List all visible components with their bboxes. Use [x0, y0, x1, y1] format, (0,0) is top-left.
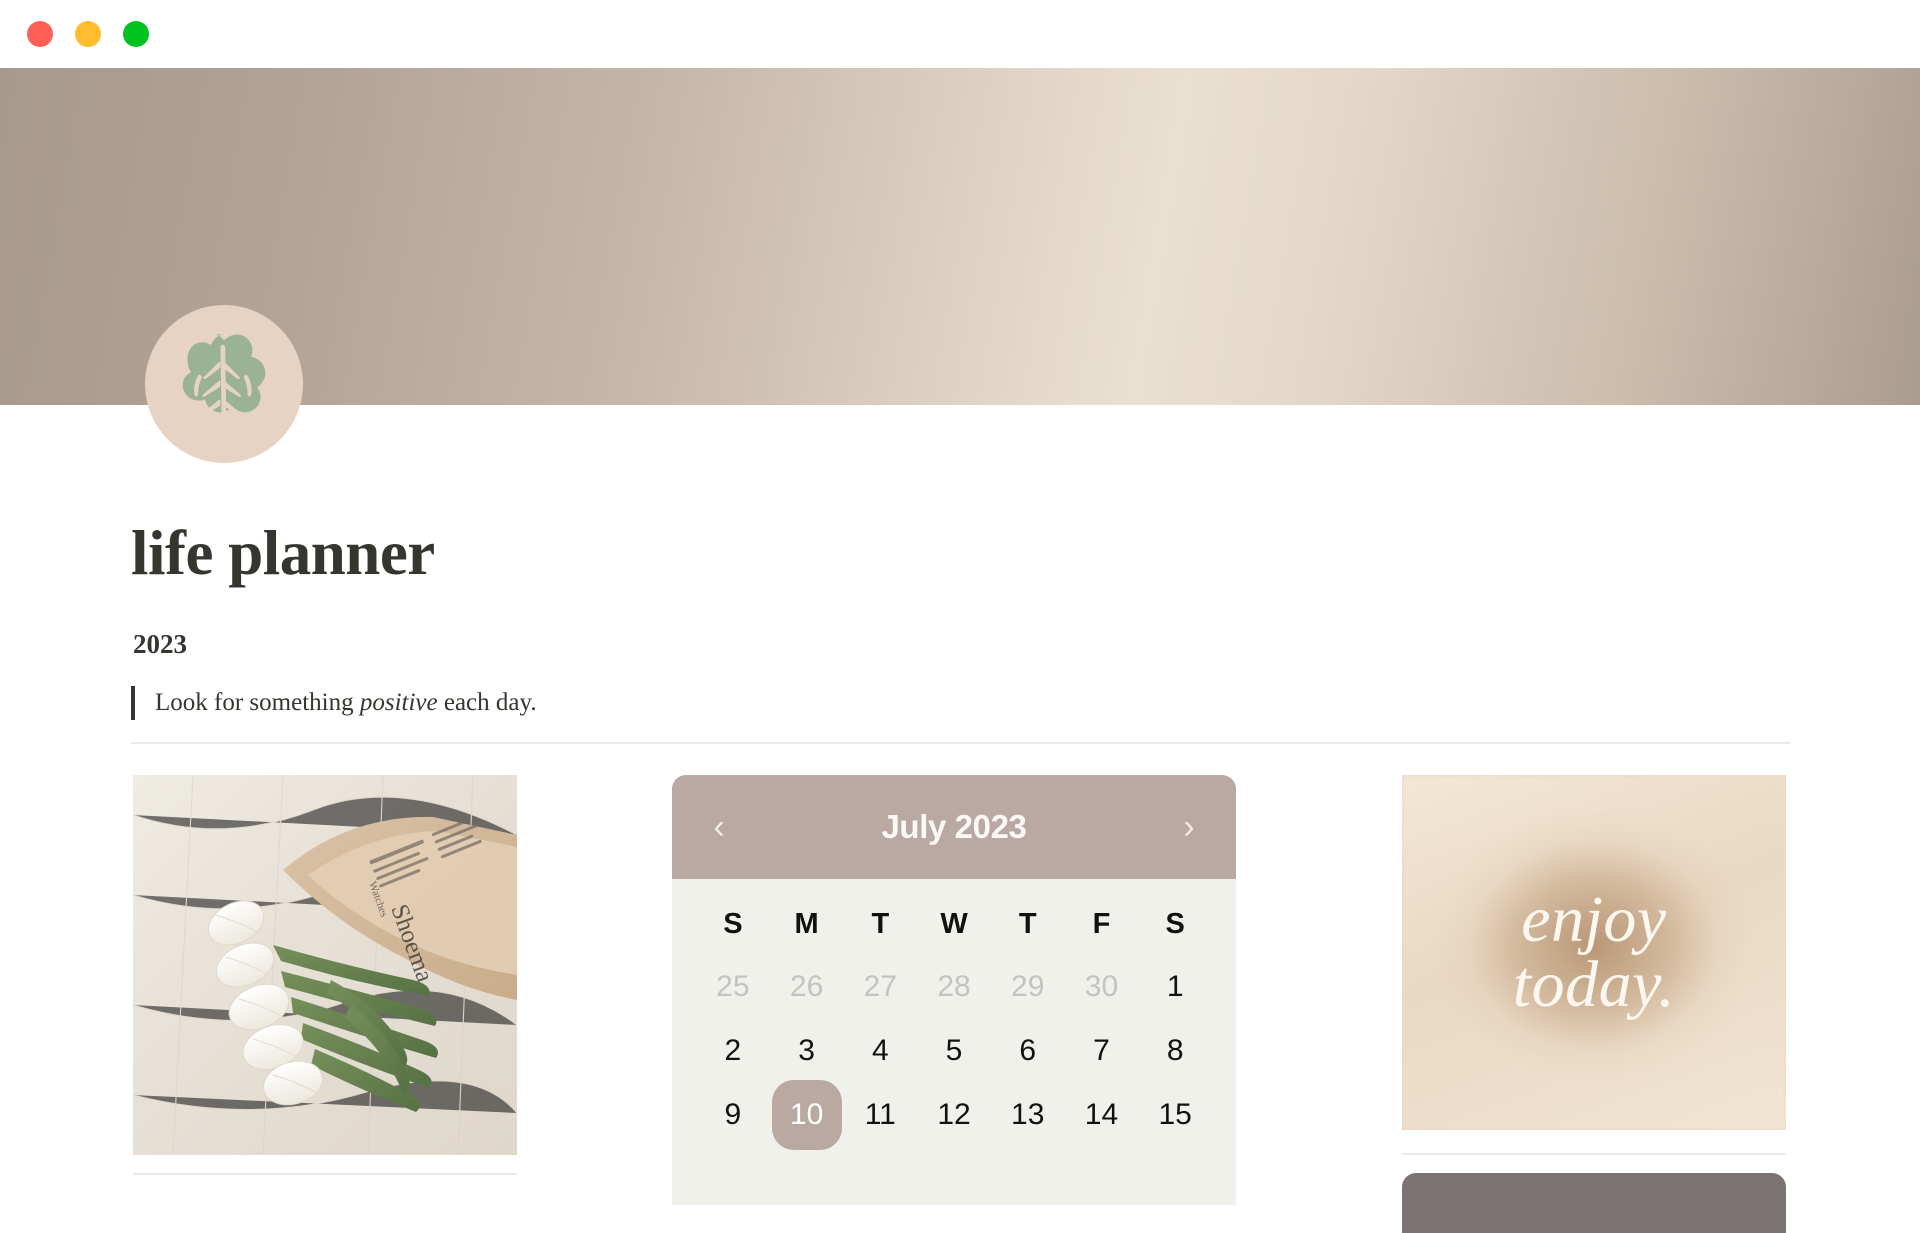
calendar-day-27[interactable]: 27 [843, 955, 917, 1019]
calendar-day-label: 8 [1166, 1034, 1184, 1067]
calendar-day-label: 6 [1019, 1034, 1037, 1067]
calendar-day-label: 9 [724, 1098, 742, 1131]
calendar-week-row: 9 10 11 12 13 14 15 [696, 1080, 1212, 1150]
three-column-row: Shoema Watches ‹ July 2023 › S M T W T F… [0, 775, 1920, 1233]
calendar-day-14[interactable]: 14 [1065, 1083, 1139, 1147]
calendar-day-7[interactable]: 7 [1065, 1019, 1139, 1083]
calendar-weekday-5: F [1092, 907, 1111, 940]
calendar-next-month-button[interactable]: › [1172, 810, 1206, 844]
section-divider [131, 742, 1791, 744]
calendar-day-29[interactable]: 29 [991, 955, 1065, 1019]
calendar-day-3[interactable]: 3 [770, 1019, 844, 1083]
calendar-weekday-0: S [723, 907, 743, 940]
page-title[interactable]: life planner [131, 522, 435, 585]
calendar-day-label: 29 [1011, 970, 1045, 1003]
page-subtitle-year[interactable]: 2023 [133, 629, 187, 660]
calendar-day-label: 27 [863, 970, 897, 1003]
enjoy-today-image[interactable]: enjoy today. [1402, 775, 1786, 1130]
monstera-leaf-icon [182, 334, 266, 423]
calendar-day-label: 10 [771, 1080, 842, 1150]
calendar-day-1[interactable]: 1 [1138, 955, 1212, 1019]
calendar-day-label: 25 [716, 970, 750, 1003]
calendar-day-2[interactable]: 2 [696, 1019, 770, 1083]
calendar-day-6[interactable]: 6 [991, 1019, 1065, 1083]
calendar-weekday-2: T [871, 907, 890, 940]
calendar-prev-month-button[interactable]: ‹ [702, 810, 736, 844]
calendar-weeks: 25 26 27 28 29 30 1 2 3 4 5 6 7 8 9 10 11 12 13 14 15 [696, 955, 1212, 1150]
calendar-day-5[interactable]: 5 [917, 1019, 991, 1083]
calendar-day-30[interactable]: 30 [1065, 955, 1139, 1019]
calendar-day-label: 11 [864, 1098, 896, 1131]
calendar-day-26[interactable]: 26 [770, 955, 844, 1019]
calendar-day-12[interactable]: 12 [917, 1083, 991, 1147]
quote-block[interactable]: Look for something positive each day. [131, 686, 537, 720]
minimize-button[interactable] [75, 21, 101, 47]
calendar-day-25[interactable]: 25 [696, 955, 770, 1019]
close-button[interactable] [27, 21, 53, 47]
calendar-day-13[interactable]: 13 [991, 1083, 1065, 1147]
calendar-header: ‹ July 2023 › [672, 775, 1236, 879]
calendar-day-label: 4 [871, 1034, 889, 1067]
calendar-day-4[interactable]: 4 [843, 1019, 917, 1083]
photo-column-divider [133, 1173, 517, 1175]
calendar-day-label: 1 [1166, 970, 1184, 1003]
calendar-week-row: 2 3 4 5 6 7 8 [696, 1019, 1212, 1083]
calendar-day-label: 13 [1011, 1098, 1045, 1131]
calendar-day-11[interactable]: 11 [843, 1083, 917, 1147]
calendar-day-label: 5 [945, 1034, 963, 1067]
enjoy-today-text: enjoy today. [1402, 775, 1786, 1130]
enjoy-today-line1: enjoy [1521, 882, 1667, 956]
dark-card-block[interactable] [1402, 1173, 1786, 1233]
window-titlebar [0, 0, 1920, 68]
enjoy-today-line2: today. [1512, 947, 1676, 1021]
calendar-day-28[interactable]: 28 [917, 955, 991, 1019]
calendar-day-label: 2 [724, 1034, 742, 1067]
quote-prefix: Look for something [155, 689, 360, 716]
calendar-month-label: July 2023 [881, 808, 1027, 845]
quote-column-divider [1402, 1153, 1786, 1155]
calendar-day-15[interactable]: 15 [1138, 1083, 1212, 1147]
calendar-day-label: 12 [937, 1098, 971, 1131]
calendar-day-label: 28 [937, 970, 971, 1003]
calendar-weekday-3: W [940, 907, 968, 940]
quote-suffix: each day. [437, 689, 537, 716]
calendar-weekday-1: M [794, 907, 819, 940]
calendar-day-label: 3 [798, 1034, 815, 1067]
quote-text: Look for something positive each day. [155, 686, 537, 720]
calendar-day-label: 14 [1084, 1098, 1119, 1131]
calendar-day-label: 30 [1084, 970, 1119, 1003]
calendar-weekday-row: SMTWTFS [696, 893, 1212, 955]
calendar-day-10[interactable]: 10 [770, 1080, 844, 1150]
white-tulips-newspaper-photo[interactable]: Shoema Watches [133, 775, 517, 1155]
quote-emphasis: positive [359, 689, 438, 716]
quote-accent-bar [131, 686, 135, 720]
calendar-day-8[interactable]: 8 [1138, 1019, 1212, 1083]
calendar-widget[interactable]: ‹ July 2023 › SMTWTFS 25 26 27 28 29 30 1 2 3 4 5 6… [672, 775, 1236, 1205]
traffic-light-group [27, 21, 149, 47]
page-icon-avatar[interactable] [145, 305, 303, 463]
tulips-photo-graphic: Shoema Watches [133, 775, 517, 1155]
calendar-grid: SMTWTFS 25 26 27 28 29 30 1 2 3 4 5 6 7 8 9 10 11 12 13 14 1… [672, 879, 1236, 1150]
calendar-day-label: 15 [1158, 1098, 1192, 1131]
calendar-weekday-6: S [1165, 907, 1185, 940]
calendar-week-row: 25 26 27 28 29 30 1 [696, 955, 1212, 1019]
calendar-day-9[interactable]: 9 [696, 1083, 770, 1147]
maximize-button[interactable] [123, 21, 149, 47]
calendar-weekday-4: T [1018, 907, 1037, 940]
calendar-day-label: 7 [1093, 1034, 1110, 1067]
calendar-day-label: 26 [789, 970, 824, 1003]
